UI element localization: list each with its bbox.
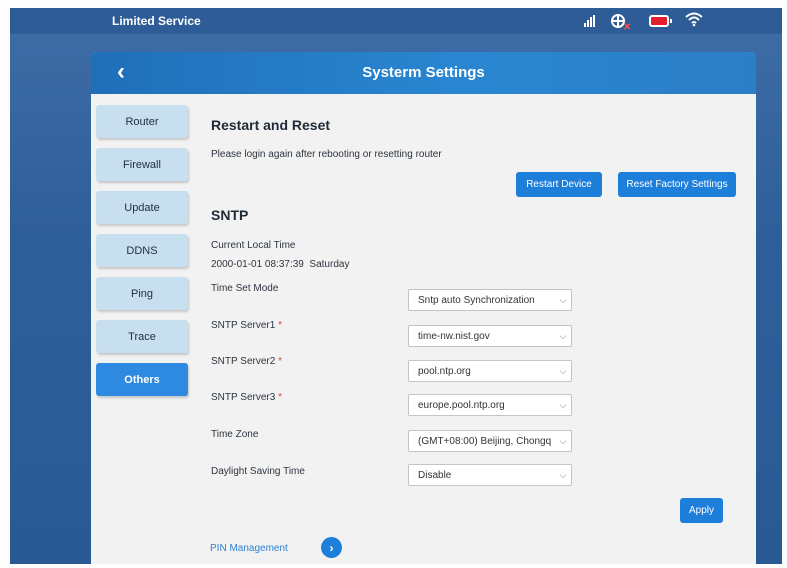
sntp-server2-select[interactable]: pool.ntp.org ⌵ [408,360,572,382]
current-time-value: 2000-01-01 08:37:39 Saturday [211,259,350,270]
reset-factory-button[interactable]: Reset Factory Settings [618,172,736,197]
sntp-server3-value: europe.pool.ntp.org [418,399,505,411]
time-set-mode-label: Time Set Mode [211,283,279,294]
chevron-down-icon: ⌵ [559,469,567,480]
required-marker: * [278,320,282,331]
device-screen: Limited Service ✕ ‹ Systerm Settings Rou… [10,8,782,564]
settings-panel: ‹ Systerm Settings Router Firewall Updat… [91,52,756,564]
status-bar: Limited Service ✕ [10,8,782,34]
battery-icon [649,15,672,27]
daylight-saving-label: Daylight Saving Time [211,466,305,477]
time-zone-value: (GMT+08:00) Beijing, Chongq [418,435,552,447]
chevron-down-icon: ⌵ [559,330,567,341]
sntp-server2-value: pool.ntp.org [418,365,471,377]
current-time-label: Current Local Time [211,240,296,251]
restart-reset-heading: Restart and Reset [211,117,331,133]
sntp-server1-label: SNTP Server1 * [211,320,282,331]
restart-description: Please login again after rebooting or re… [211,149,442,160]
sntp-server1-select[interactable]: time-nw.nist.gov ⌵ [408,325,572,347]
status-icons: ✕ [584,11,703,33]
service-status-text: Limited Service [112,14,201,28]
globe-icon: ✕ [611,14,631,33]
sntp-server1-value: time-nw.nist.gov [418,330,490,342]
sntp-heading: SNTP [211,207,249,223]
chevron-down-icon: ⌵ [559,399,567,410]
chevron-down-icon: ⌵ [559,365,567,376]
time-set-mode-select[interactable]: Sntp auto Synchronization ⌵ [408,289,572,311]
required-marker: * [278,392,282,403]
main-content: Restart and Reset Please login again aft… [91,52,756,564]
chevron-right-icon[interactable]: › [321,537,342,558]
required-marker: * [278,356,282,367]
time-zone-select[interactable]: (GMT+08:00) Beijing, Chongq ⌵ [408,430,572,452]
chevron-down-icon: ⌵ [559,435,567,446]
wifi-icon [685,11,703,31]
sntp-server2-label: SNTP Server2 * [211,356,282,367]
restart-device-button[interactable]: Restart Device [516,172,602,197]
time-set-mode-value: Sntp auto Synchronization [418,294,535,306]
time-zone-label: Time Zone [211,429,259,440]
apply-button[interactable]: Apply [680,498,723,523]
daylight-saving-value: Disable [418,469,452,481]
sntp-server3-select[interactable]: europe.pool.ntp.org ⌵ [408,394,572,416]
signal-icon [584,15,595,27]
chevron-down-icon: ⌵ [559,294,567,305]
pin-management-link[interactable]: PIN Management [210,543,288,554]
daylight-saving-select[interactable]: Disable ⌵ [408,464,572,486]
sntp-server3-label: SNTP Server3 * [211,392,282,403]
